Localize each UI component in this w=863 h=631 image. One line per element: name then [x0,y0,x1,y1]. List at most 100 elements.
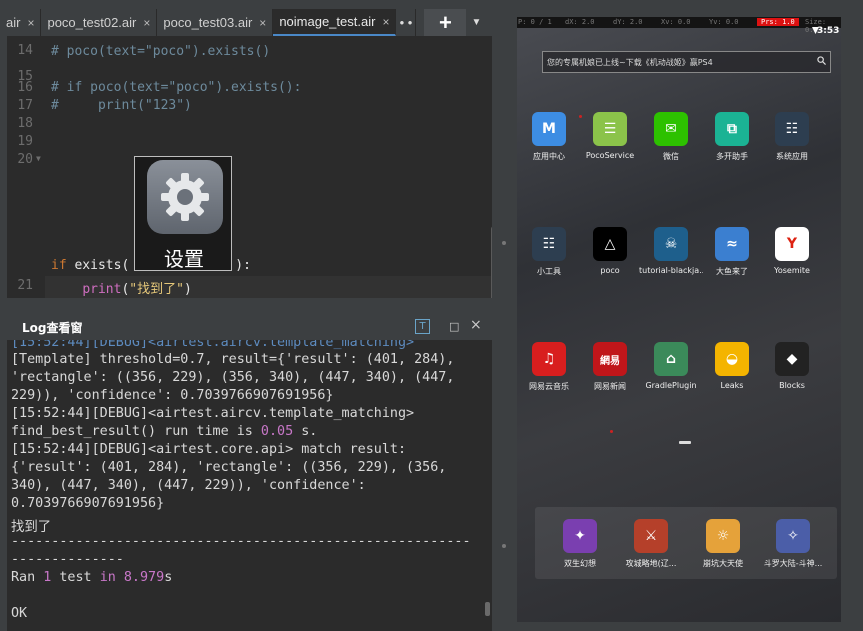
close-icon[interactable]: × [27,16,34,30]
close-icon[interactable]: × [470,317,482,333]
status-time: 3:53 [817,26,840,36]
app-icon: Y [775,227,809,261]
line-number: 14 [17,43,33,58]
line-number: 16 [17,80,33,95]
home-app-6[interactable]: △ poco [578,227,642,275]
app-icon: ⧉ [715,112,749,146]
dock-app-0[interactable]: ✦ 双生幻想 [548,519,612,569]
home-app-0[interactable]: M 应用中心 [517,112,581,162]
tab-air[interactable]: air × [0,9,42,36]
log-panel-header: Log查看窗 T □ × [7,314,492,340]
home-app-14[interactable]: ◆ Blocks [760,342,824,390]
log-line: {'result': (401, 284), 'rectangle': ((35… [11,460,447,475]
app-label: 网易新闻 [594,382,626,391]
log-line: ----------------------------------------… [11,534,471,549]
app-label: 微信 [663,152,679,161]
line-number: 19 [17,134,33,149]
dock-app-1[interactable]: ⚔ 攻城略地(辽... [619,519,683,569]
app-icon: ☷ [775,112,809,146]
dock-app-3[interactable]: ✧ 斗罗大陆-斗神... [761,519,825,569]
app-label: 多开助手 [716,152,748,161]
panel-splitter[interactable] [492,0,517,631]
home-app-9[interactable]: Y Yosemite [760,227,824,275]
filter-icon[interactable]: T [415,319,430,334]
close-icon[interactable]: × [382,15,389,29]
airtest-ide-window: air × poco_test02.air × poco_test03.air × n… [0,0,863,631]
code-punct: ): [235,258,251,273]
home-app-3[interactable]: ⧉ 多开助手 [700,112,764,162]
code-punct: ) [183,282,192,297]
pointer-location-bar: P: 0 / 1 dX: 2.0 dY: 2.0 Xv: 0.0 Yv: 0.0… [517,17,841,34]
home-app-10[interactable]: ♫ 网易云音乐 [517,342,581,392]
log-scrollbar[interactable] [485,602,490,616]
app-icon: ◆ [775,342,809,376]
tab-dropdown-button[interactable]: ▼ [466,9,486,36]
log-line: 'rectangle': ((356, 229), (356, 340), (4… [11,370,455,385]
log-number: 8.979 [123,570,165,585]
log-text: Ran [11,570,44,585]
line-number: 17 [17,98,33,113]
tab-label: air [6,15,21,30]
tab-overflow-button[interactable]: • • [396,9,417,36]
app-icon: ✦ [563,519,597,553]
search-text: 您的专属机娘已上线~下载《机动战姬》赢PS4 [547,57,713,67]
app-label: GradlePlugin [645,381,697,390]
app-label: Blocks [779,381,805,390]
log-number: 0.05 [260,424,294,439]
app-icon: ☠ [654,227,688,261]
log-line: [15:52:44][DEBUG]<airtest.core.api> matc… [11,442,407,457]
app-label: Leaks [720,381,744,390]
log-output[interactable]: [15:52:44][DEBUG]<airtest.aircv.template… [7,340,492,631]
app-icon: ≈ [715,227,749,261]
log-line: OK [11,606,28,621]
line-number-gutter: 14 15 16 17 18 19 20 ▼ 21 [7,36,45,298]
float-window-icon[interactable]: □ [449,320,459,333]
tab-poco-test03[interactable]: poco_test03.air × [157,9,274,36]
app-label: 双生幻想 [564,559,596,568]
app-label: 网易云音乐 [529,382,569,391]
page-indicator[interactable] [679,441,691,444]
log-line: Ran 1 test in 8.979s [11,570,172,585]
home-search-bar[interactable]: 您的专属机娘已上线~下载《机动战姬》赢PS4 [542,51,831,73]
log-line: find_best_result() run time is 0.05 s. [11,424,317,439]
tab-poco-test02[interactable]: poco_test02.air × [41,9,158,36]
close-icon[interactable]: × [259,16,266,30]
new-tab-button[interactable]: + [424,9,467,36]
app-icon: ☷ [532,227,566,261]
code-line-16: # if poco(text="poco").exists(): [51,80,302,95]
home-app-13[interactable]: ◒ Leaks [700,342,764,390]
tab-label: poco_test02.air [47,15,137,30]
log-text: s [164,570,173,585]
home-app-1[interactable]: ☰ PocoService [578,112,642,160]
pointer-yv: Yv: 0.0 [709,18,739,26]
app-label: 大鱼来了 [716,267,748,276]
home-app-2[interactable]: ✉ 微信 [639,112,703,162]
code-line-17: # print("123") [51,98,192,113]
template-image-settings[interactable]: 设置 [134,156,232,271]
search-icon[interactable] [812,56,830,68]
app-icon: ♫ [532,342,566,376]
home-app-12[interactable]: ⌂ GradlePlugin [639,342,703,390]
log-line: [Template] threshold=0.7, result={'resul… [11,352,455,367]
app-icon: ⚔ [634,519,668,553]
log-panel-title: Log查看窗 [22,321,83,335]
home-app-7[interactable]: ☠ tutorial-blackja... [639,227,703,275]
close-icon[interactable]: × [143,16,150,30]
log-line: 229)), 'confidence': 0.7039766907691956} [11,388,334,403]
code-line-14: # poco(text="poco").exists() [51,44,271,59]
log-text: test [51,570,100,585]
dock-app-2[interactable]: ☼ 崩坑大天使 [691,519,755,569]
notification-dot [610,430,613,433]
home-app-11[interactable]: 網易 网易新闻 [578,342,642,392]
home-app-8[interactable]: ≈ 大鱼来了 [700,227,764,277]
home-app-5[interactable]: ☷ 小工具 [517,227,581,277]
keyword-if: if [51,258,67,273]
code-editor[interactable]: 14 15 16 17 18 19 20 ▼ 21 # poco(text="po… [7,36,492,298]
tab-label: noimage_test.air [279,14,376,29]
fold-arrow-icon[interactable]: ▼ [36,154,41,163]
home-app-4[interactable]: ☷ 系统应用 [760,112,824,162]
log-text: [15:52:44][DEBUG]<airtest.aircv.template… [11,340,415,350]
device-screen[interactable]: P: 0 / 1 dX: 2.0 dY: 2.0 Xv: 0.0 Yv: 0.0… [517,17,841,622]
log-line: -------------- [11,552,124,567]
tab-noimage-test[interactable]: noimage_test.air × [273,9,397,36]
